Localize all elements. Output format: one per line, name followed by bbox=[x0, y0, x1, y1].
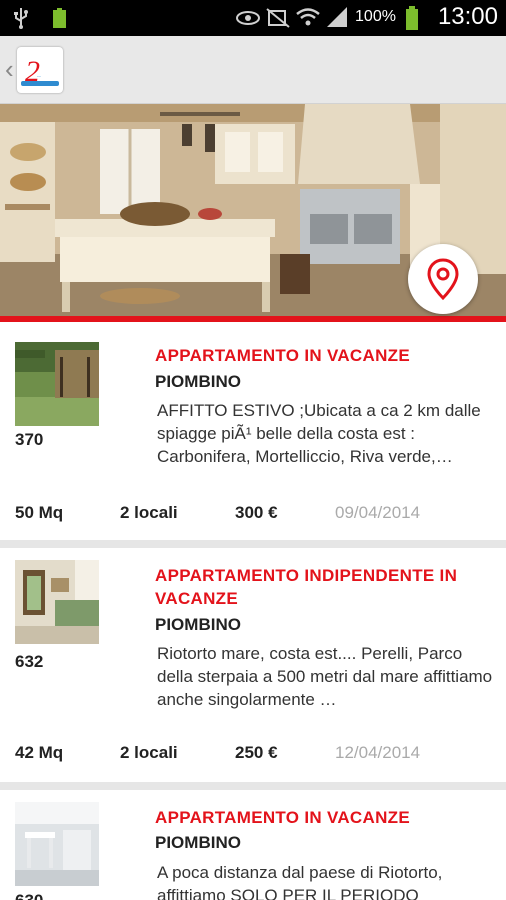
listing-city: PIOMBINO bbox=[155, 615, 241, 634]
listing-size: 50 Mq bbox=[15, 503, 64, 522]
listing-ref: 630 bbox=[15, 891, 43, 900]
listing-title[interactable]: APPARTAMENTO IN VACANZE bbox=[155, 344, 495, 367]
signal-icon bbox=[325, 5, 348, 29]
wifi-icon bbox=[295, 5, 320, 29]
listing-description: Riotorto mare, costa est.... Perelli, Pa… bbox=[157, 644, 493, 709]
svg-text:..: .. bbox=[37, 72, 41, 79]
battery-percent: 100% bbox=[355, 8, 396, 25]
listing-thumbnail[interactable] bbox=[15, 802, 99, 886]
app-logo[interactable]: 2 .. bbox=[17, 47, 63, 93]
listing-price: 300 € bbox=[235, 503, 278, 522]
listing-thumbnail[interactable] bbox=[15, 560, 99, 644]
eye-icon bbox=[235, 5, 261, 29]
status-bar: 100% 13:00 bbox=[0, 0, 506, 36]
listing-ref: 370 bbox=[15, 430, 44, 449]
listing-city: PIOMBINO bbox=[155, 833, 241, 852]
listing-title[interactable]: APPARTAMENTO IN VACANZE bbox=[155, 806, 495, 829]
usb-icon bbox=[10, 6, 32, 30]
battery-icon bbox=[404, 5, 426, 30]
list-divider bbox=[0, 540, 506, 548]
listing-size: 42 Mq bbox=[15, 743, 64, 762]
listing-facts: 50 Mq 2 locali 300 € 09/04/2014 bbox=[0, 503, 506, 527]
list-divider bbox=[0, 782, 506, 790]
chevron-left-icon[interactable]: ‹ bbox=[5, 56, 14, 82]
list-item[interactable]: 632 APPARTAMENTO INDIPENDENTE IN VACANZE… bbox=[0, 548, 506, 782]
listing-city: PIOMBINO bbox=[155, 372, 241, 391]
battery-small-icon bbox=[48, 6, 70, 30]
listing-thumbnail[interactable] bbox=[15, 342, 99, 426]
list-item[interactable]: 370 APPARTAMENTO IN VACANZE PIOMBINO AFF… bbox=[0, 322, 506, 540]
clock: 13:00 bbox=[437, 3, 498, 30]
action-bar: ‹ 2 .. bbox=[0, 36, 506, 104]
listing-rooms: 2 locali bbox=[120, 503, 178, 522]
map-pin-icon[interactable] bbox=[408, 244, 478, 314]
listing-date: 09/04/2014 bbox=[335, 503, 421, 522]
listing-facts: 42 Mq 2 locali 250 € 12/04/2014 bbox=[0, 743, 506, 767]
listing-price: 250 € bbox=[235, 743, 278, 762]
list-item[interactable]: 630 APPARTAMENTO IN VACANZE PIOMBINO A p… bbox=[0, 790, 506, 900]
listing-description: AFFITTO ESTIVO ;Ubicata a ca 2 km dalle … bbox=[157, 401, 481, 466]
listing-ref: 632 bbox=[15, 652, 44, 671]
listing-title[interactable]: APPARTAMENTO INDIPENDENTE IN VACANZE bbox=[155, 564, 495, 610]
mute-icon bbox=[265, 5, 290, 29]
listing-date: 12/04/2014 bbox=[335, 743, 421, 762]
listing-description: A poca distanza dal paese di Riotorto, a… bbox=[157, 863, 443, 900]
listing-rooms: 2 locali bbox=[120, 743, 178, 762]
